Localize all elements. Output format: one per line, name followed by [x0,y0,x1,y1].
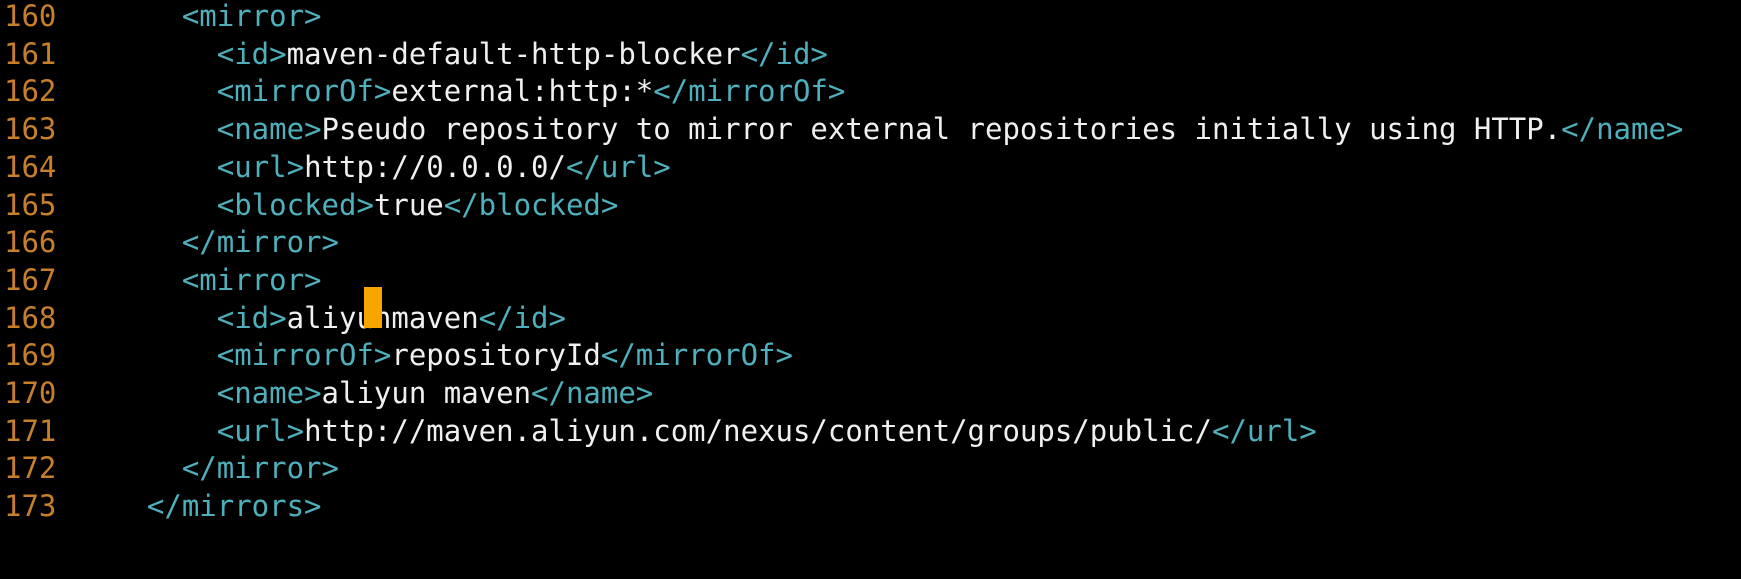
xml-text-value: repositoryId [391,338,601,373]
code-text: <name>aliyun maven</name> [112,372,654,414]
xml-text-value: maven-default-http-blocker [286,36,741,71]
line-number: 164 [4,149,57,184]
xml-open-tag: <mirror> [181,262,322,297]
code-text: <id>maven-default-http-blocker</id> [112,33,828,75]
xml-text-value: http://0.0.0.0/ [304,149,566,184]
xml-close-tag: </id> [478,300,566,335]
line-number: 170 [4,376,57,410]
xml-close-tag: </url> [1211,413,1317,448]
xml-open-tag: </mirror> [181,451,339,486]
code-text: <url>http://0.0.0.0/</url> [112,146,671,188]
xml-open-tag: </mirror> [181,225,339,260]
line-number: 161 [4,36,57,71]
xml-open-tag: <mirrorOf> [216,74,392,109]
xml-close-tag: </name> [531,376,654,410]
xml-close-tag: </id> [740,36,828,71]
line-number: 162 [4,74,57,109]
line-number: 169 [4,338,57,373]
code-text: <id>aliyunmaven</id> [112,297,566,339]
code-line[interactable]: 172 </mirror> [0,447,1741,489]
code-text: </mirror> [112,221,339,263]
code-text: <mirrorOf>external:http:*</mirrorOf> [112,70,846,112]
line-number: 173 [4,489,57,524]
xml-close-tag: </url> [565,149,671,184]
code-line[interactable]: 164 <url>http://0.0.0.0/</url> [0,146,1741,188]
xml-close-tag: </name> [1561,112,1684,147]
code-line[interactable]: 171 <url>http://maven.aliyun.com/nexus/c… [0,410,1741,452]
code-text: <mirrorOf>repositoryId</mirrorOf> [112,334,793,376]
xml-open-tag: <blocked> [216,187,374,222]
xml-close-tag: </blocked> [443,187,619,222]
code-line[interactable]: 163 <name>Pseudo repository to mirror ex… [0,108,1741,150]
code-line[interactable]: 167 <mirror> [0,259,1741,301]
xml-open-tag: <mirror> [181,0,322,33]
code-line[interactable]: 173 </mirrors> [0,485,1741,527]
code-text: <name>Pseudo repository to mirror extern… [112,108,1684,150]
line-number: 166 [4,225,57,260]
xml-open-tag: <mirrorOf> [216,338,392,373]
line-number: 171 [4,413,57,448]
xml-open-tag: </mirrors> [146,489,322,524]
xml-text-value: http://maven.aliyun.com/nexus/content/gr… [304,413,1212,448]
xml-open-tag: <id> [216,300,287,335]
xml-open-tag: <url> [216,149,305,184]
line-number: 172 [4,451,57,486]
code-line[interactable]: 166 </mirror> [0,221,1741,263]
code-text: <mirror> [112,259,322,301]
xml-close-tag: </mirrorOf> [600,338,793,373]
text-cursor [364,287,382,328]
code-text: </mirrors> [112,485,322,527]
code-line[interactable]: 170 <name>aliyun maven</name> [0,372,1741,414]
line-number: 167 [4,262,57,297]
xml-open-tag: <url> [216,413,305,448]
code-line[interactable]: 169 <mirrorOf>repositoryId</mirrorOf> [0,334,1741,376]
code-text: </mirror> [112,447,339,489]
code-line[interactable]: 165 <blocked>true</blocked> [0,184,1741,226]
code-line[interactable]: 162 <mirrorOf>external:http:*</mirrorOf> [0,70,1741,112]
code-text: <blocked>true</blocked> [112,184,619,226]
code-line[interactable]: 168 <id>aliyunmaven</id> [0,297,1741,339]
code-text: <mirror> [112,0,322,37]
line-number: 168 [4,300,57,335]
xml-text-value: external:http:* [391,74,654,109]
xml-text-value: Pseudo repository to mirror external rep… [321,112,1562,147]
code-editor[interactable]: 160 <mirror> 161 <id>maven-default-http-b… [0,0,1741,579]
line-number: 165 [4,187,57,222]
code-line[interactable]: 160 <mirror> [0,0,1741,37]
xml-open-tag: <name> [216,112,322,147]
line-number: 163 [4,112,57,147]
line-number: 160 [4,0,57,33]
code-line[interactable]: 161 <id>maven-default-http-blocker</id> [0,33,1741,75]
xml-text-value: true [373,187,444,222]
xml-open-tag: <name> [216,376,322,410]
xml-text-value: aliyunmaven [286,300,479,335]
xml-text-value: aliyun maven [321,376,532,410]
xml-close-tag: </mirrorOf> [653,74,846,109]
code-text: <url>http://maven.aliyun.com/nexus/conte… [112,410,1317,452]
xml-open-tag: <id> [216,36,287,71]
